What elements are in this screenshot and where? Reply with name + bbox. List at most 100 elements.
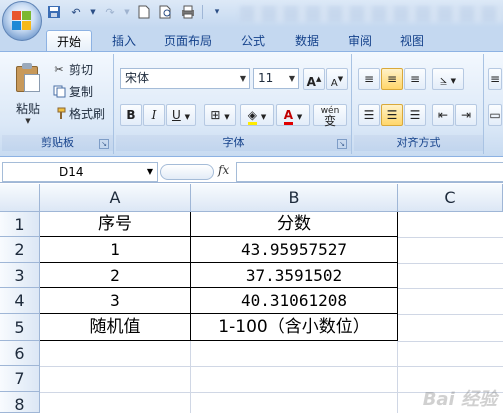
redo-icon[interactable]: ↷: [102, 4, 118, 20]
title-bar: ↶ ▼ ↷ ▼ ▾: [0, 0, 503, 41]
clipboard-launcher-icon[interactable]: ↘: [99, 139, 109, 149]
cell-b2[interactable]: 43.95957527: [191, 237, 398, 263]
undo-dropdown-icon[interactable]: ▼: [90, 4, 96, 20]
office-button[interactable]: [2, 1, 42, 41]
row-header-6[interactable]: 6: [0, 341, 40, 366]
worksheet-grid: A B C 1 2 3 4 5 6 7 8 序号 分数 1 43.9595752…: [0, 184, 503, 413]
align-left-button[interactable]: ☰: [358, 104, 380, 126]
paste-dropdown-icon: ▼: [25, 117, 31, 125]
column-header-c[interactable]: C: [398, 184, 503, 212]
align-bottom-button[interactable]: ≡: [404, 68, 426, 90]
copy-label: 复制: [69, 85, 94, 99]
tab-review[interactable]: 审阅: [338, 30, 382, 52]
align-left-icon: ☰: [363, 108, 375, 122]
underline-label: U: [171, 108, 181, 122]
tab-formulas[interactable]: 公式: [231, 30, 275, 52]
row-header-5[interactable]: 5: [0, 314, 40, 341]
cut-label: 剪切: [69, 63, 94, 77]
font-color-label: A: [283, 108, 294, 125]
new-file-icon[interactable]: [136, 4, 152, 20]
format-painter-button[interactable]: 格式刷: [52, 104, 105, 124]
phonetic-guide-button[interactable]: wén 变: [313, 104, 347, 127]
row-header-3[interactable]: 3: [0, 263, 40, 288]
redo-dropdown-icon[interactable]: ▼: [124, 4, 130, 20]
chevron-down-icon: ▼: [239, 74, 246, 83]
next-group-partial: ≡ ▭: [486, 54, 503, 154]
row-header-8[interactable]: 8: [0, 392, 40, 413]
font-launcher-icon[interactable]: ↘: [337, 139, 347, 149]
row-header-7[interactable]: 7: [0, 366, 40, 392]
text-orientation-icon: ⦥: [439, 72, 447, 86]
tab-page-layout[interactable]: 页面布局: [154, 30, 222, 52]
borders-icon: ⊞: [210, 108, 221, 122]
wrap-text-button[interactable]: ≡: [488, 68, 502, 90]
merge-button[interactable]: ▭: [488, 104, 502, 126]
formula-input[interactable]: [236, 162, 503, 182]
underline-button[interactable]: U ▼: [166, 104, 196, 126]
font-group: 宋体 ▼ 11 ▼ A▲ A▼ B I U ▼ ⊞ ▼ ◈ ▼ A ▼ wén 变…: [116, 54, 352, 154]
font-size-combo[interactable]: 11 ▼: [253, 68, 299, 89]
align-middle-button[interactable]: ≡: [381, 68, 403, 90]
window-title-blurred: [240, 6, 503, 22]
column-header-b[interactable]: B: [191, 184, 398, 212]
copy-button[interactable]: 复制: [52, 82, 93, 102]
increase-indent-button[interactable]: ⇥: [455, 104, 477, 126]
column-header-a[interactable]: A: [40, 184, 191, 212]
borders-button[interactable]: ⊞ ▼: [204, 104, 236, 126]
customize-icon[interactable]: ▾: [209, 4, 225, 20]
undo-icon[interactable]: ↶: [68, 4, 84, 20]
cell-a1[interactable]: 序号: [40, 212, 191, 237]
row-header-1[interactable]: 1: [0, 212, 40, 237]
align-center-button[interactable]: ☰: [381, 104, 403, 126]
gridline: [398, 263, 503, 264]
shrink-font-button[interactable]: A▼: [326, 68, 348, 90]
save-icon[interactable]: [46, 4, 62, 20]
cell-a2[interactable]: 1: [40, 237, 191, 263]
decrease-indent-button[interactable]: ⇤: [432, 104, 454, 126]
cell-b1[interactable]: 分数: [191, 212, 398, 237]
copy-icon: [52, 85, 66, 99]
name-box[interactable]: D14 ▼: [2, 162, 158, 182]
row-header-2[interactable]: 2: [0, 237, 40, 263]
formula-bar-resize-handle[interactable]: [160, 164, 214, 180]
tab-data[interactable]: 数据: [285, 30, 329, 52]
clipboard-group: 粘贴 ▼ ✂ 剪切 复制 格式刷 剪贴板 ↘: [2, 54, 114, 154]
tab-insert[interactable]: 插入: [102, 30, 146, 52]
tab-home[interactable]: 开始: [46, 30, 93, 52]
alignment-group-label: 对齐方式: [354, 135, 483, 151]
print-icon[interactable]: [180, 4, 196, 20]
cell-b5[interactable]: 1-100（含小数位）: [191, 314, 398, 341]
gridline: [190, 341, 191, 413]
gridline: [397, 341, 398, 413]
bold-label: B: [126, 108, 136, 122]
increase-indent-icon: ⇥: [460, 108, 472, 122]
bold-button[interactable]: B: [120, 104, 142, 126]
alignment-group: ≡ ≡ ≡ ⦥ ▼ ☰ ☰ ☰ ⇤ ⇥ 对齐方式: [354, 54, 484, 154]
gridline: [398, 288, 503, 289]
cell-a3[interactable]: 2: [40, 263, 191, 288]
cell-b3[interactable]: 37.3591502: [191, 263, 398, 288]
grow-font-button[interactable]: A▲: [303, 68, 325, 90]
clipboard-group-label: 剪贴板: [2, 135, 113, 151]
select-all-corner[interactable]: [0, 184, 40, 212]
insert-function-icon[interactable]: fx: [218, 163, 229, 177]
align-right-button[interactable]: ☰: [404, 104, 426, 126]
italic-button[interactable]: I: [143, 104, 165, 126]
print-preview-icon[interactable]: [158, 4, 174, 20]
cut-button[interactable]: ✂ 剪切: [52, 60, 93, 80]
fill-color-button[interactable]: ◈ ▼: [240, 104, 274, 126]
merge-icon: ▭: [489, 108, 501, 122]
font-size-value: 11: [258, 71, 274, 85]
font-color-button[interactable]: A ▼: [276, 104, 310, 126]
align-top-button[interactable]: ≡: [358, 68, 380, 90]
gridline: [398, 237, 503, 238]
orientation-button[interactable]: ⦥ ▼: [432, 68, 464, 90]
cell-a4[interactable]: 3: [40, 288, 191, 314]
row-header-4[interactable]: 4: [0, 288, 40, 314]
cell-a5[interactable]: 随机值: [40, 314, 191, 341]
paste-button[interactable]: 粘贴 ▼: [8, 60, 48, 132]
scissors-icon: ✂: [54, 63, 64, 76]
cell-b4[interactable]: 40.31061208: [191, 288, 398, 314]
font-name-combo[interactable]: 宋体 ▼: [120, 68, 250, 89]
tab-view[interactable]: 视图: [390, 30, 434, 52]
